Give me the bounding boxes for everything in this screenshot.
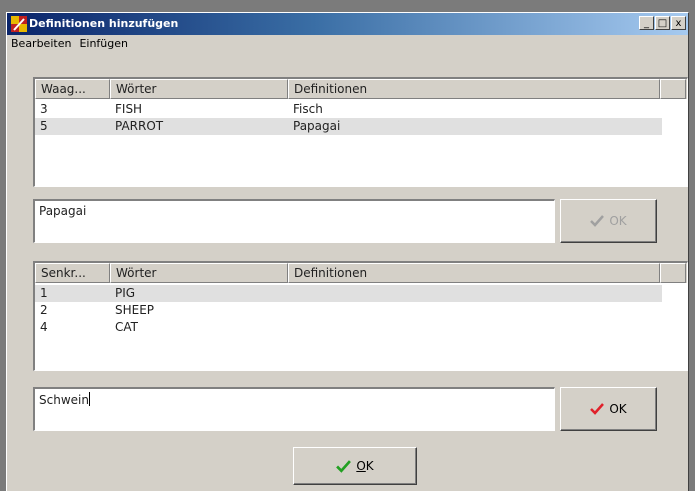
across-ok-label: OK [609,214,627,228]
list-header: Senkr... Wörter Definitionen [35,263,687,283]
minimize-button[interactable]: _ [639,16,654,30]
crossword-app-icon [11,16,27,32]
close-button[interactable]: x [671,16,686,30]
dialog-ok-rest: K [365,459,374,473]
text-caret [88,392,90,406]
row-number: 1 [40,286,48,300]
menu-bearbeiten[interactable]: Bearbeiten [7,35,75,53]
column-header-words[interactable]: Wörter [110,263,288,283]
row-number: 5 [40,119,48,133]
column-header-words[interactable]: Wörter [110,79,288,99]
dialog-ok-button[interactable]: OK [293,447,417,485]
window-title: Definitionen hinzufügen [29,17,179,30]
row-number: 4 [40,320,48,334]
across-definition-input[interactable]: Papagai [33,199,555,243]
window-controls: _ □ x [639,16,686,30]
row-word: CAT [115,320,138,334]
row-definition: Papagai [293,119,341,133]
table-row[interactable]: 3 FISH Fisch [35,101,687,118]
down-words-list[interactable]: Senkr... Wörter Definitionen 1 PIG 2 SHE… [33,261,688,371]
checkmark-icon [590,403,605,415]
column-header-filler [660,263,686,283]
dialog-ok-mnemonic: O [356,459,366,473]
column-header-number[interactable]: Waag... [35,79,110,99]
down-ok-label: OK [609,402,627,416]
dialog-ok-label: OK [356,459,373,473]
row-number: 2 [40,303,48,317]
menu-bar: Bearbeiten Einfügen [7,35,688,53]
row-definition: Fisch [293,102,323,116]
row-word: SHEEP [115,303,155,317]
down-definition-text: Schwein [39,393,89,407]
down-definition-input[interactable]: Schwein [33,387,555,431]
table-row-selected[interactable]: 5 PARROT Papagai [35,118,662,135]
column-header-definitions[interactable]: Definitionen [288,263,660,283]
list-header: Waag... Wörter Definitionen [35,79,687,99]
across-ok-button[interactable]: OK [560,199,657,243]
title-bar[interactable]: Definitionen hinzufügen _ □ x [7,13,688,35]
row-word: PARROT [115,119,164,133]
across-words-list[interactable]: Waag... Wörter Definitionen 3 FISH Fisch… [33,77,688,187]
table-row-selected[interactable]: 1 PIG [35,285,662,302]
menu-einfuegen[interactable]: Einfügen [75,35,132,53]
row-number: 3 [40,102,48,116]
column-header-definitions[interactable]: Definitionen [288,79,660,99]
dialog-window: Definitionen hinzufügen _ □ x Bearbeiten… [6,12,689,491]
column-header-number[interactable]: Senkr... [35,263,110,283]
table-row[interactable]: 2 SHEEP [35,302,687,319]
table-row[interactable]: 4 CAT [35,319,687,336]
down-ok-button[interactable]: OK [560,387,657,431]
checkmark-icon [336,459,352,473]
checkmark-icon [590,215,605,227]
maximize-button[interactable]: □ [655,16,670,30]
row-word: PIG [115,286,136,300]
column-header-filler [660,79,686,99]
row-word: FISH [115,102,143,116]
across-definition-text: Papagai [39,204,87,218]
